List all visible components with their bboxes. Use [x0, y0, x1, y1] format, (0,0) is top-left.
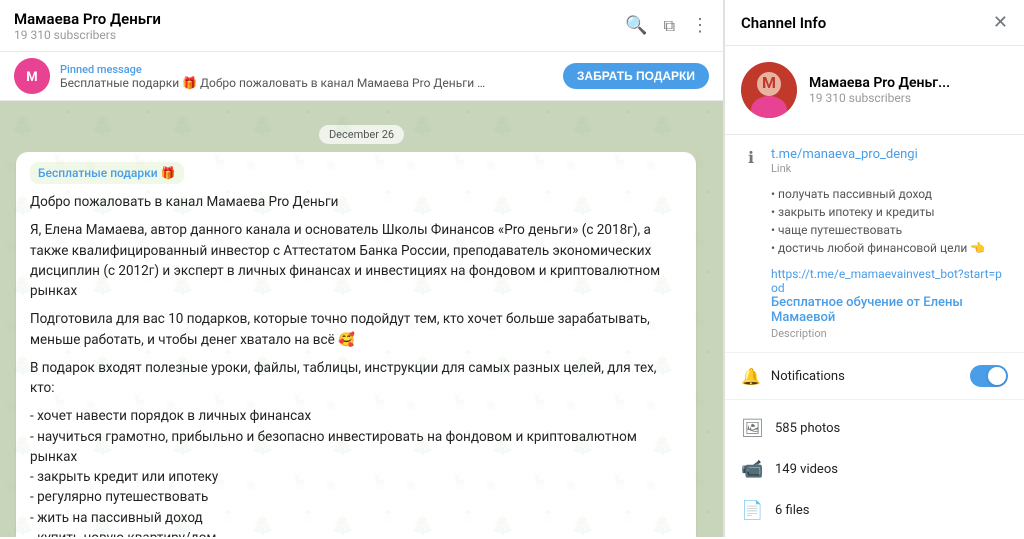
files-row[interactable]: 📄 6 files	[725, 490, 1024, 531]
notifications-toggle[interactable]	[970, 365, 1008, 387]
bot-desc-label: Description	[771, 327, 1008, 340]
bot-row: https://t.me/e_mamaevainvest_bot?start=p…	[741, 267, 1008, 340]
pinned-label: Pinned message	[60, 63, 553, 76]
message-bubble: Бесплатные подарки 🎁 Добро пожаловать в …	[16, 152, 696, 537]
channel-profile: М Мамаева Pro Деньг... 19 310 subscriber…	[725, 46, 1024, 135]
photo-icon: 🖼	[741, 418, 763, 439]
close-button[interactable]: ✕	[993, 12, 1008, 33]
channel-info-subs: 19 310 subscribers	[809, 91, 950, 105]
svg-text:М: М	[26, 70, 37, 85]
columns-icon[interactable]: ⧉	[664, 16, 675, 36]
chat-panel: Мамаева Pro Деньги 19 310 subscribers 🔍 …	[0, 0, 724, 537]
description-row: • получать пассивный доход • закрыть ипо…	[741, 185, 1008, 257]
info-panel-title: Channel Info	[741, 14, 826, 32]
videos-label: 149 videos	[775, 462, 838, 477]
bot-desc-title: Бесплатное обучение от Елены Мамаевой	[771, 295, 1008, 325]
chat-subtitle: 19 310 subscribers	[14, 28, 625, 42]
svg-text:М: М	[762, 73, 776, 92]
videos-row[interactable]: 📹 149 videos	[725, 449, 1024, 490]
message-p1: Добро пожаловать в канал Мамаева Pro Ден…	[30, 192, 682, 212]
bell-icon: 🔔	[741, 367, 761, 386]
link-row: ℹ t.me/manaeva_pro_dengi Link	[741, 147, 1008, 175]
link-label: Link	[771, 162, 918, 175]
file-icon: 📄	[741, 500, 763, 521]
bot-link[interactable]: https://t.me/e_mamaevainvest_bot?start=p…	[771, 267, 1008, 295]
notifications-row: 🔔 Notifications	[725, 353, 1024, 400]
pinned-content: Pinned message Бесплатные подарки 🎁 Добр…	[60, 63, 553, 90]
message-p5: - хочет навести порядок в личных финанса…	[30, 406, 682, 537]
header-icons: 🔍 ⧉ ⋮	[625, 15, 709, 36]
photos-row[interactable]: 🖼 585 photos	[725, 408, 1024, 449]
chat-header: Мамаева Pro Деньги 19 310 subscribers 🔍 …	[0, 0, 723, 52]
link-content: t.me/manaeva_pro_dengi Link	[771, 147, 918, 175]
pinned-button[interactable]: ЗАБРАТЬ ПОДАРКИ	[563, 63, 709, 89]
chat-title: Мамаева Pro Деньги	[14, 10, 625, 28]
media-rows: 🖼 585 photos 📹 149 videos 📄 6 files	[725, 400, 1024, 539]
right-panel: Channel Info ✕ М Мамаева Pro Деньг... 19…	[724, 0, 1024, 537]
channel-description: • получать пассивный доход • закрыть ипо…	[771, 185, 985, 257]
channel-profile-info: Мамаева Pro Деньг... 19 310 subscribers	[809, 75, 950, 105]
message-p4: В подарок входят полезные уроки, файлы, …	[30, 358, 682, 399]
date-badge: December 26	[16, 123, 707, 142]
info-header: Channel Info ✕	[725, 0, 1024, 46]
channel-avatar: М	[741, 62, 797, 118]
message-p3: Подготовила для вас 10 подарков, которые…	[30, 309, 682, 350]
pinned-avatar: М	[14, 58, 50, 94]
more-icon[interactable]: ⋮	[691, 15, 709, 36]
search-icon[interactable]: 🔍	[625, 15, 647, 36]
bot-info: https://t.me/e_mamaevainvest_bot?start=p…	[771, 267, 1008, 340]
chat-header-info: Мамаева Pro Деньги 19 310 subscribers	[14, 10, 625, 42]
video-icon: 📹	[741, 459, 763, 480]
info-section: ℹ t.me/manaeva_pro_dengi Link • получать…	[725, 135, 1024, 353]
pinned-text: Бесплатные подарки 🎁 Добро пожаловать в …	[60, 76, 490, 90]
message-p2: Я, Елена Мамаева, автор данного канала и…	[30, 220, 682, 301]
info-circle-icon: ℹ	[741, 148, 761, 167]
channel-name: Мамаева Pro Деньг...	[809, 75, 950, 91]
messages-area[interactable]: 🎄 🦌 ❄ ⛄ December 26 Бесплатные подарки 🎁…	[0, 101, 723, 537]
message-tag: Бесплатные подарки 🎁	[30, 162, 184, 184]
notifications-label: Notifications	[771, 369, 960, 384]
channel-link[interactable]: t.me/manaeva_pro_dengi	[771, 147, 918, 162]
pinned-bar: М Pinned message Бесплатные подарки 🎁 До…	[0, 52, 723, 101]
files-label: 6 files	[775, 503, 810, 518]
photos-label: 585 photos	[775, 421, 840, 436]
